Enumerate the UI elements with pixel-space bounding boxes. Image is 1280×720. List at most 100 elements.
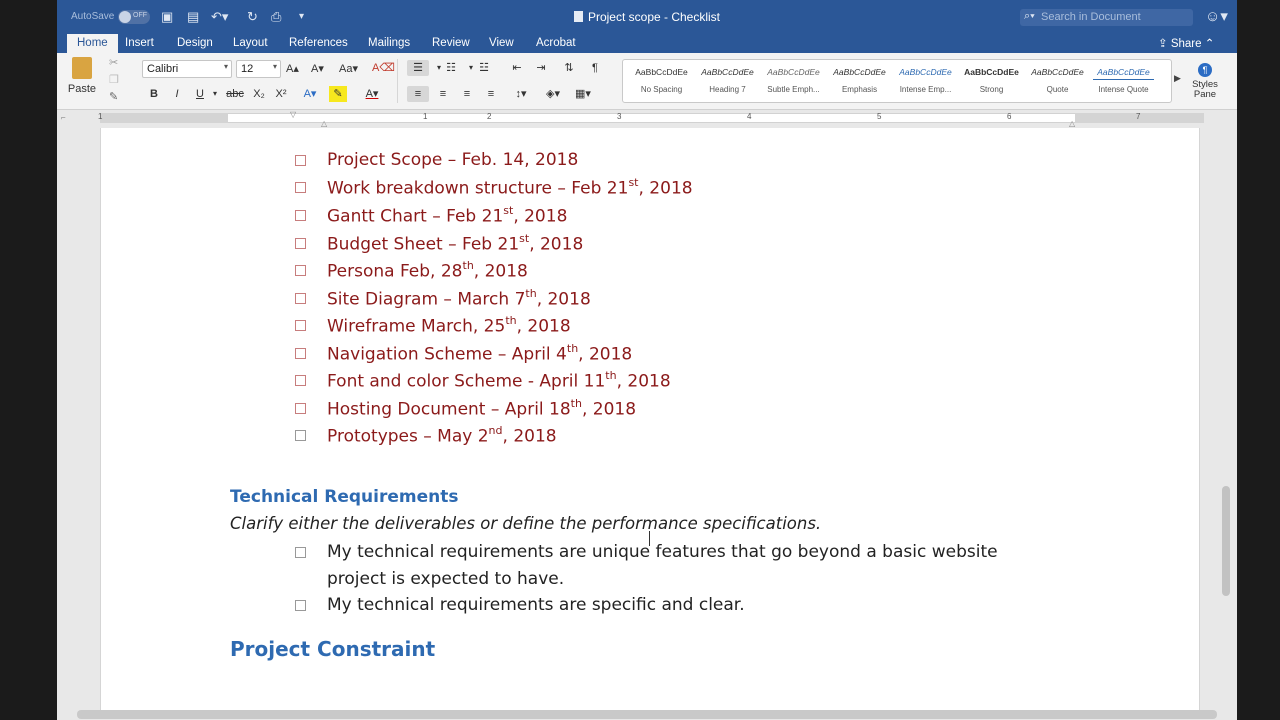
justify-icon[interactable]: ≡ [480,86,502,102]
gallery-expand-icon[interactable]: ▶ [1174,73,1181,84]
style-sample: AaBbCcDdEe [1093,64,1154,80]
checkbox[interactable] [295,430,306,441]
right-indent-marker[interactable]: △ [1069,119,1075,128]
style-intense-emphasis[interactable]: AaBbCcDdEe Intense Emp... [895,64,956,100]
tab-mailings[interactable]: Mailings [368,37,410,49]
style-quote[interactable]: AaBbCcDdEe Quote [1027,64,1088,100]
checkbox[interactable] [295,238,306,249]
line-spacing-icon[interactable]: ↕▾ [509,86,533,102]
bold-icon[interactable]: B [145,86,163,102]
style-strong[interactable]: AaBbCcDdEe Strong [961,64,1022,100]
style-name: Subtle Emph... [767,85,820,94]
superscript-icon[interactable]: X² [272,86,290,102]
style-sample: AaBbCcDdEe [899,67,952,77]
search-field[interactable]: ⌕▾ Search in Document [1020,9,1193,26]
share-label: Share [1170,38,1202,50]
list-item-text: Prototypes – May 2nd, 2018 [327,424,557,447]
title-bar: AutoSave OFF ▣ ▤ ↶▾ ↻ ⎙ ▾ Project scope … [57,0,1237,34]
style-subtle-emphasis[interactable]: AaBbCcDdEe Subtle Emph... [763,64,824,100]
tab-home[interactable]: Home [67,34,118,53]
copy-icon[interactable]: ❐ [109,73,119,87]
tab-references[interactable]: References [289,37,348,49]
cut-icon[interactable]: ✂ [109,56,118,70]
style-sample: AaBbCcDdEe [701,67,754,77]
document-area: Project Scope – Feb. 14, 2018 Work break… [57,128,1237,720]
chevron-down-icon[interactable]: ▾ [206,86,224,102]
document-icon [573,11,583,22]
numbering-icon[interactable]: ☷ [440,60,462,76]
ribbon-tabs: Home Insert Design Layout References Mai… [57,34,1237,53]
italic-icon[interactable]: I [168,86,186,102]
horizontal-ruler[interactable]: ⌐ 1 1 2 3 4 5 6 7 ▽ △ △ [57,110,1237,128]
checkbox[interactable] [295,155,306,166]
checkbox[interactable] [295,182,306,193]
feedback-smiley-icon[interactable]: ☺▾ [1205,7,1228,25]
horizontal-scrollbar[interactable] [77,710,1217,719]
style-emphasis[interactable]: AaBbCcDdEe Emphasis [829,64,890,100]
style-sample: AaBbCcDdEe [635,67,688,77]
font-name-select[interactable]: Calibri ▾ [142,60,232,78]
font-color-icon[interactable]: A▾ [363,86,381,102]
tab-acrobat[interactable]: Acrobat [536,37,576,49]
checkbox[interactable] [295,600,306,611]
checkbox[interactable] [295,265,306,276]
list-item-text: Project Scope – Feb. 14, 2018 [327,150,579,170]
checkbox[interactable] [295,210,306,221]
styles-gallery: AaBbCcDdEe No Spacing AaBbCcDdEe Heading… [622,59,1172,103]
checkbox[interactable] [295,320,306,331]
style-intense-quote[interactable]: AaBbCcDdEe Intense Quote [1093,64,1154,100]
shading-icon[interactable]: ◈▾ [541,86,565,102]
list-item-text: Budget Sheet – Feb 21st, 2018 [327,232,584,255]
decrease-indent-icon[interactable]: ⇤ [507,60,527,76]
grow-font-icon[interactable]: A▴ [286,62,299,76]
list-item-text: Wireframe March, 25th, 2018 [327,314,571,337]
search-placeholder: Search in Document [1041,11,1141,23]
align-left-icon[interactable]: ≡ [407,86,429,102]
style-name: Strong [979,85,1004,94]
first-line-indent-marker[interactable]: ▽ [290,110,296,119]
align-right-icon[interactable]: ≡ [456,86,478,102]
tab-review[interactable]: Review [432,37,470,49]
align-center-icon[interactable]: ≡ [432,86,454,102]
checkbox[interactable] [295,403,306,414]
subscript-icon[interactable]: X₂ [250,86,268,102]
tab-design[interactable]: Design [177,37,213,49]
styles-pane-button[interactable]: ¶ Styles Pane [1185,59,1225,100]
list-item-text: Work breakdown structure – Feb 21st, 201… [327,176,693,199]
tab-layout[interactable]: Layout [233,37,268,49]
style-heading-7[interactable]: AaBbCcDdEe Heading 7 [697,64,758,100]
section-subtitle: Clarify either the deliverables or defin… [230,514,822,533]
tab-insert[interactable]: Insert [125,37,154,49]
bullets-icon[interactable]: ☰ [407,60,429,76]
highlight-icon[interactable]: ✎ [329,86,347,102]
share-button[interactable]: ⇪ Share ⌃ [1158,36,1214,50]
checkbox[interactable] [295,293,306,304]
increase-indent-icon[interactable]: ⇥ [531,60,551,76]
show-formatting-icon[interactable]: ¶ [585,60,605,76]
shrink-font-icon[interactable]: A▾ [311,62,324,76]
clear-formatting-icon[interactable]: A⌫ [372,61,395,75]
list-item-text: My technical requirements are specific a… [327,595,745,615]
change-case-icon[interactable]: Aa▾ [339,62,358,76]
sort-icon[interactable]: ⇅ [559,60,579,76]
font-size-select[interactable]: 12 ▾ [236,60,281,78]
tab-view[interactable]: View [489,37,514,49]
list-item: Persona Feb, 28th, 2018 [101,259,1001,286]
checkbox[interactable] [295,375,306,386]
borders-icon[interactable]: ▦▾ [571,86,595,102]
style-name: Intense Quote [1098,85,1149,94]
left-indent-marker[interactable]: △ [321,119,327,128]
checkbox[interactable] [295,348,306,359]
ruler-number: 3 [617,112,622,121]
document-page[interactable]: Project Scope – Feb. 14, 2018 Work break… [100,128,1200,710]
format-painter-icon[interactable]: ✎ [109,90,118,104]
text-effects-icon[interactable]: A▾ [301,86,319,102]
paste-button[interactable]: Paste [65,57,99,96]
strikethrough-icon[interactable]: abc [223,86,247,102]
multilevel-list-icon[interactable]: ☳ [473,60,495,76]
style-no-spacing[interactable]: AaBbCcDdEe No Spacing [631,64,692,100]
ruler-number: 2 [487,112,492,121]
tab-selector-icon[interactable]: ⌐ [61,113,66,122]
vertical-scrollbar[interactable] [1222,486,1230,596]
checkbox[interactable] [295,547,306,558]
